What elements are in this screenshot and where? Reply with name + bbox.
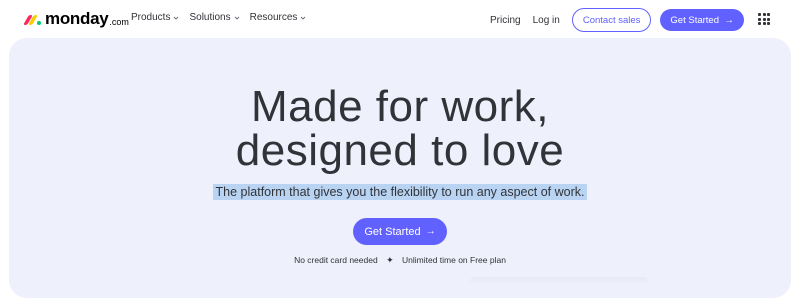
contact-sales-button[interactable]: Contact sales: [571, 8, 652, 32]
hero-subtitle-wrap: The platform that gives you the flexibil…: [9, 183, 791, 201]
nav-resources[interactable]: Resources: [250, 12, 307, 23]
hero-headline-line2: designed to love: [235, 126, 565, 175]
logo-suffix: .com: [109, 16, 129, 27]
get-started-hero-button[interactable]: Get Started →: [353, 218, 447, 245]
main-nav: Products Solutions Resources: [131, 12, 306, 23]
get-started-header-button[interactable]: Get Started →: [660, 9, 744, 31]
no-credit-card-text: No credit card needed: [294, 255, 378, 265]
header-actions: Pricing Log in Contact sales Get Started…: [490, 8, 744, 32]
hero-section: Made for work, designed to love The plat…: [9, 38, 791, 298]
get-started-header-label: Get Started: [670, 14, 719, 26]
nav-products[interactable]: Products: [131, 12, 179, 23]
sparkle-icon: ✦: [386, 255, 394, 265]
chevron-down-icon: [174, 16, 179, 20]
monday-logo[interactable]: monday .com: [23, 9, 129, 29]
free-plan-text: Unlimited time on Free plan: [402, 255, 506, 265]
pricing-link[interactable]: Pricing: [490, 15, 521, 26]
nav-products-label: Products: [131, 12, 171, 23]
contact-sales-label: Contact sales: [582, 14, 641, 26]
monday-logo-mark-icon: [23, 13, 42, 25]
logo-wordmark: monday: [45, 9, 109, 28]
hero-subtitle: The platform that gives you the flexibil…: [212, 184, 588, 200]
chevron-down-icon: [234, 16, 239, 20]
nav-solutions[interactable]: Solutions: [189, 12, 239, 23]
get-started-hero-label: Get Started: [364, 225, 421, 238]
login-link[interactable]: Log in: [533, 15, 560, 26]
nav-resources-label: Resources: [249, 12, 298, 23]
chevron-down-icon: [301, 16, 306, 20]
arrow-right-icon: →: [724, 14, 734, 26]
top-navigation-bar: monday .com Products Solutions Resources…: [0, 0, 800, 38]
hero-headline-line1: Made for work,: [251, 82, 549, 131]
hero-note: No credit card needed ✦ Unlimited time o…: [9, 255, 791, 266]
arrow-right-icon: →: [425, 226, 436, 237]
apps-grid-icon[interactable]: [758, 13, 770, 25]
nav-solutions-label: Solutions: [189, 12, 231, 23]
product-preview-edge: [469, 277, 649, 285]
